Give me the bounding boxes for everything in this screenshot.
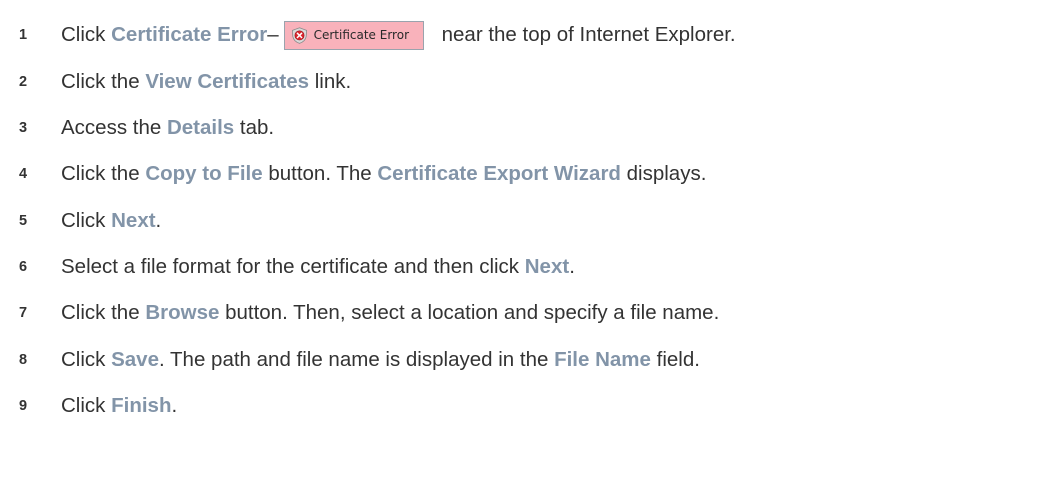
ui-term-highlight: File Name [554, 348, 651, 371]
step-text-segment: . [155, 209, 162, 232]
step-number: 1 [19, 27, 28, 43]
step-text: Click Next. [61, 209, 161, 233]
step-text-segment: near the top of Internet Explorer. [441, 23, 736, 46]
step-text-segment: . The path and file name is displayed in… [159, 348, 555, 371]
ui-term-highlight: Save [111, 348, 159, 371]
step-text-segment: Click the [61, 70, 146, 93]
step-text-segment: Click the [61, 162, 146, 185]
certificate-error-button: Certificate Error [283, 20, 424, 50]
step-text-segment: button. Then, select a location and spec… [219, 301, 720, 324]
ui-term-highlight: Next [111, 209, 156, 232]
step-text-segment: displays. [620, 162, 707, 185]
shield-error-icon [291, 26, 307, 44]
step-text-segment: Access the [61, 116, 167, 139]
step-text: Select a file format for the certificate… [61, 255, 575, 279]
step-text-segment: button. The [262, 162, 378, 185]
step-text-segment: tab. [234, 116, 275, 139]
step-text-segment: link. [309, 70, 352, 93]
step-text-segment: Click [61, 394, 112, 417]
step-text: Click the View Certificates link. [61, 70, 351, 94]
step-text-segment: Click the [61, 301, 146, 324]
step-text-segment: field. [650, 348, 700, 371]
ui-term-highlight: Details [166, 116, 235, 139]
ui-term-highlight: Copy to File [145, 162, 263, 185]
step-text-segment: Click [61, 348, 112, 371]
step-text-segment: Click [61, 209, 112, 232]
step-text: Click Save. The path and file name is di… [61, 348, 700, 372]
step-number: 9 [19, 398, 28, 414]
certificate-error-button-label: Certificate Error [313, 28, 410, 42]
step-text: Click Finish. [61, 394, 177, 418]
instruction-steps: 1 Click Certificate Error – Certificate Err… [0, 0, 1037, 491]
step-text-segment: – [267, 23, 279, 46]
step-text-segment: Select a file format for the certificate… [61, 255, 525, 278]
ui-term-highlight: Certificate Export Wizard [377, 162, 621, 185]
ui-term-highlight: Next [524, 255, 570, 278]
step-text: Click the Copy to File button. The Certi… [61, 162, 706, 186]
ui-term-highlight: Certificate Error [111, 23, 268, 46]
step-number: 6 [19, 259, 28, 275]
step-number: 2 [19, 74, 28, 90]
step-number: 3 [19, 120, 28, 136]
step-number: 4 [19, 166, 28, 182]
step-number: 5 [19, 213, 28, 229]
step-text: Access the Details tab. [61, 116, 274, 140]
ui-term-highlight: Finish [111, 394, 172, 417]
step-text: Click the Browse button. Then, select a … [61, 301, 719, 325]
step-text: Click Certificate Error – Certificate Erro… [61, 20, 736, 50]
step-number: 8 [19, 352, 28, 368]
ui-term-highlight: Browse [145, 301, 220, 324]
step-number: 7 [19, 305, 28, 321]
step-text-segment: . [569, 255, 575, 278]
ui-term-highlight: View Certificates [145, 70, 310, 93]
step-text-segment: Click [61, 23, 112, 46]
step-text-segment: . [171, 394, 178, 417]
